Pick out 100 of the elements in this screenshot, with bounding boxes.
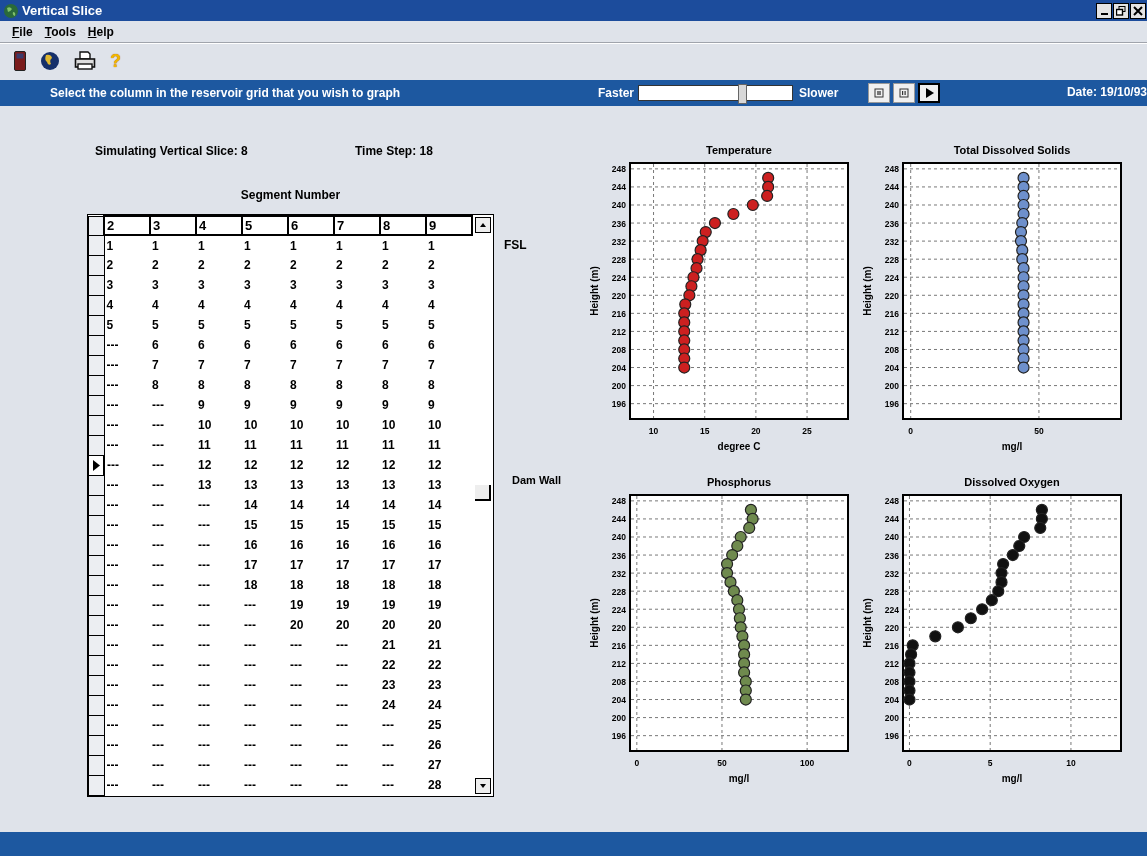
row-header[interactable]: [88, 495, 104, 515]
row-header[interactable]: [88, 615, 104, 635]
row-header[interactable]: [88, 255, 104, 275]
table-cell-text: ---: [151, 677, 165, 694]
table-cell-text: 21: [381, 637, 397, 654]
table-cell-text: 3: [427, 277, 436, 294]
table-cell-text: ---: [197, 637, 211, 654]
close-button[interactable]: [1130, 2, 1146, 19]
row-header[interactable]: [88, 575, 104, 595]
table-cell-text: ---: [151, 617, 165, 634]
table-cell-text: 10: [335, 417, 351, 434]
row-header[interactable]: [88, 515, 104, 535]
table-cell-text: 23: [381, 677, 397, 694]
row-header[interactable]: [88, 355, 104, 375]
table-cell-text: 5: [243, 317, 252, 334]
table-cell-text: 9: [427, 397, 436, 414]
table-cell-text: 24: [427, 697, 443, 714]
row-header[interactable]: [88, 295, 104, 315]
table-cell-text: 4: [289, 297, 298, 314]
row-header[interactable]: [88, 735, 104, 755]
table-cell-text: 4: [381, 297, 390, 314]
column-header[interactable]: 2: [104, 216, 150, 235]
table-cell-text: 19: [381, 597, 397, 614]
table-cell-text: ---: [151, 437, 165, 454]
pause-button[interactable]: [893, 83, 916, 103]
column-header[interactable]: 7: [334, 216, 380, 235]
table-cell-text: 8: [335, 377, 344, 394]
scroll-down-icon[interactable]: [475, 777, 491, 794]
tick-label: 200: [611, 381, 626, 392]
menu-item[interactable]: File: [12, 24, 33, 39]
row-header[interactable]: [88, 335, 104, 355]
table-cell-text: 11: [381, 437, 396, 454]
menu-item[interactable]: Help: [87, 24, 114, 39]
row-header[interactable]: [88, 375, 104, 395]
row-header[interactable]: [88, 275, 104, 295]
row-header[interactable]: [88, 235, 104, 255]
axis-title: Height (m): [589, 266, 600, 316]
row-header[interactable]: [88, 475, 104, 495]
table-cell-text: ---: [381, 777, 395, 794]
column-header[interactable]: 4: [196, 216, 242, 235]
tick-label: 204: [611, 695, 626, 706]
row-header[interactable]: [88, 675, 104, 695]
row-header[interactable]: [88, 755, 104, 775]
table-cell-text: 8: [289, 377, 298, 394]
table-cell-text: 17: [289, 557, 305, 574]
row-header[interactable]: [88, 415, 104, 435]
row-header[interactable]: [88, 395, 104, 415]
table-cell-text: 15: [243, 517, 259, 534]
row-header[interactable]: [88, 435, 104, 455]
row-header[interactable]: [88, 715, 104, 735]
table-cell-text: ---: [243, 737, 257, 754]
table-cell: ---: [104, 615, 150, 635]
table-cell-text: 4: [243, 297, 252, 314]
scroll-thumb[interactable]: [475, 485, 491, 501]
minimize-button[interactable]: [1096, 2, 1112, 19]
tick-label: 5: [987, 758, 993, 768]
tick-label: 200: [884, 713, 899, 724]
table-cell-text: 27: [427, 757, 443, 774]
row-header[interactable]: [88, 595, 104, 615]
tick-label: 240: [611, 200, 626, 211]
row-header[interactable]: [88, 455, 104, 475]
printer-icon[interactable]: [74, 51, 96, 71]
row-header[interactable]: [88, 655, 104, 675]
scroll-up-icon[interactable]: [475, 217, 491, 233]
table-cell-text: ---: [335, 737, 349, 754]
row-header[interactable]: [88, 695, 104, 715]
row-header[interactable]: [88, 555, 104, 575]
table-cell-text: 14: [335, 497, 351, 514]
column-header[interactable]: 3: [150, 216, 196, 235]
table-cell: ---: [104, 475, 150, 495]
table-cell-text: ---: [243, 637, 257, 654]
column-header[interactable]: 5: [242, 216, 288, 235]
row-header[interactable]: [88, 635, 104, 655]
table-cell-text: ---: [243, 597, 257, 614]
row-header[interactable]: [88, 535, 104, 555]
column-header[interactable]: 9: [426, 216, 472, 235]
column-header[interactable]: 6: [288, 216, 334, 235]
tick-label: 232: [611, 236, 626, 247]
speed-slider[interactable]: [638, 85, 794, 101]
table-cell-text: ---: [289, 777, 303, 794]
table-cell-text: 17: [243, 557, 259, 574]
menu-item[interactable]: Tools: [44, 24, 76, 39]
restore-button[interactable]: [1113, 2, 1129, 19]
table-cell-text: 5: [197, 317, 206, 334]
table-cell-text: 12: [243, 457, 259, 474]
row-header[interactable]: [88, 315, 104, 335]
minimize-icon: [1100, 12, 1108, 15]
table-cell-text: ---: [197, 517, 211, 534]
tick-label: 0: [908, 426, 914, 436]
globe-icon[interactable]: [40, 51, 60, 71]
stop-button[interactable]: [868, 83, 891, 103]
tick-label: 196: [611, 731, 626, 742]
tick-label: 232: [611, 568, 626, 579]
row-header[interactable]: [88, 775, 104, 795]
tick-label: 220: [884, 290, 899, 301]
table-cell-text: ---: [335, 697, 349, 714]
tick-label: 236: [611, 218, 626, 229]
play-button[interactable]: [918, 83, 941, 103]
column-header[interactable]: 8: [380, 216, 426, 235]
slider-thumb[interactable]: [738, 84, 748, 104]
